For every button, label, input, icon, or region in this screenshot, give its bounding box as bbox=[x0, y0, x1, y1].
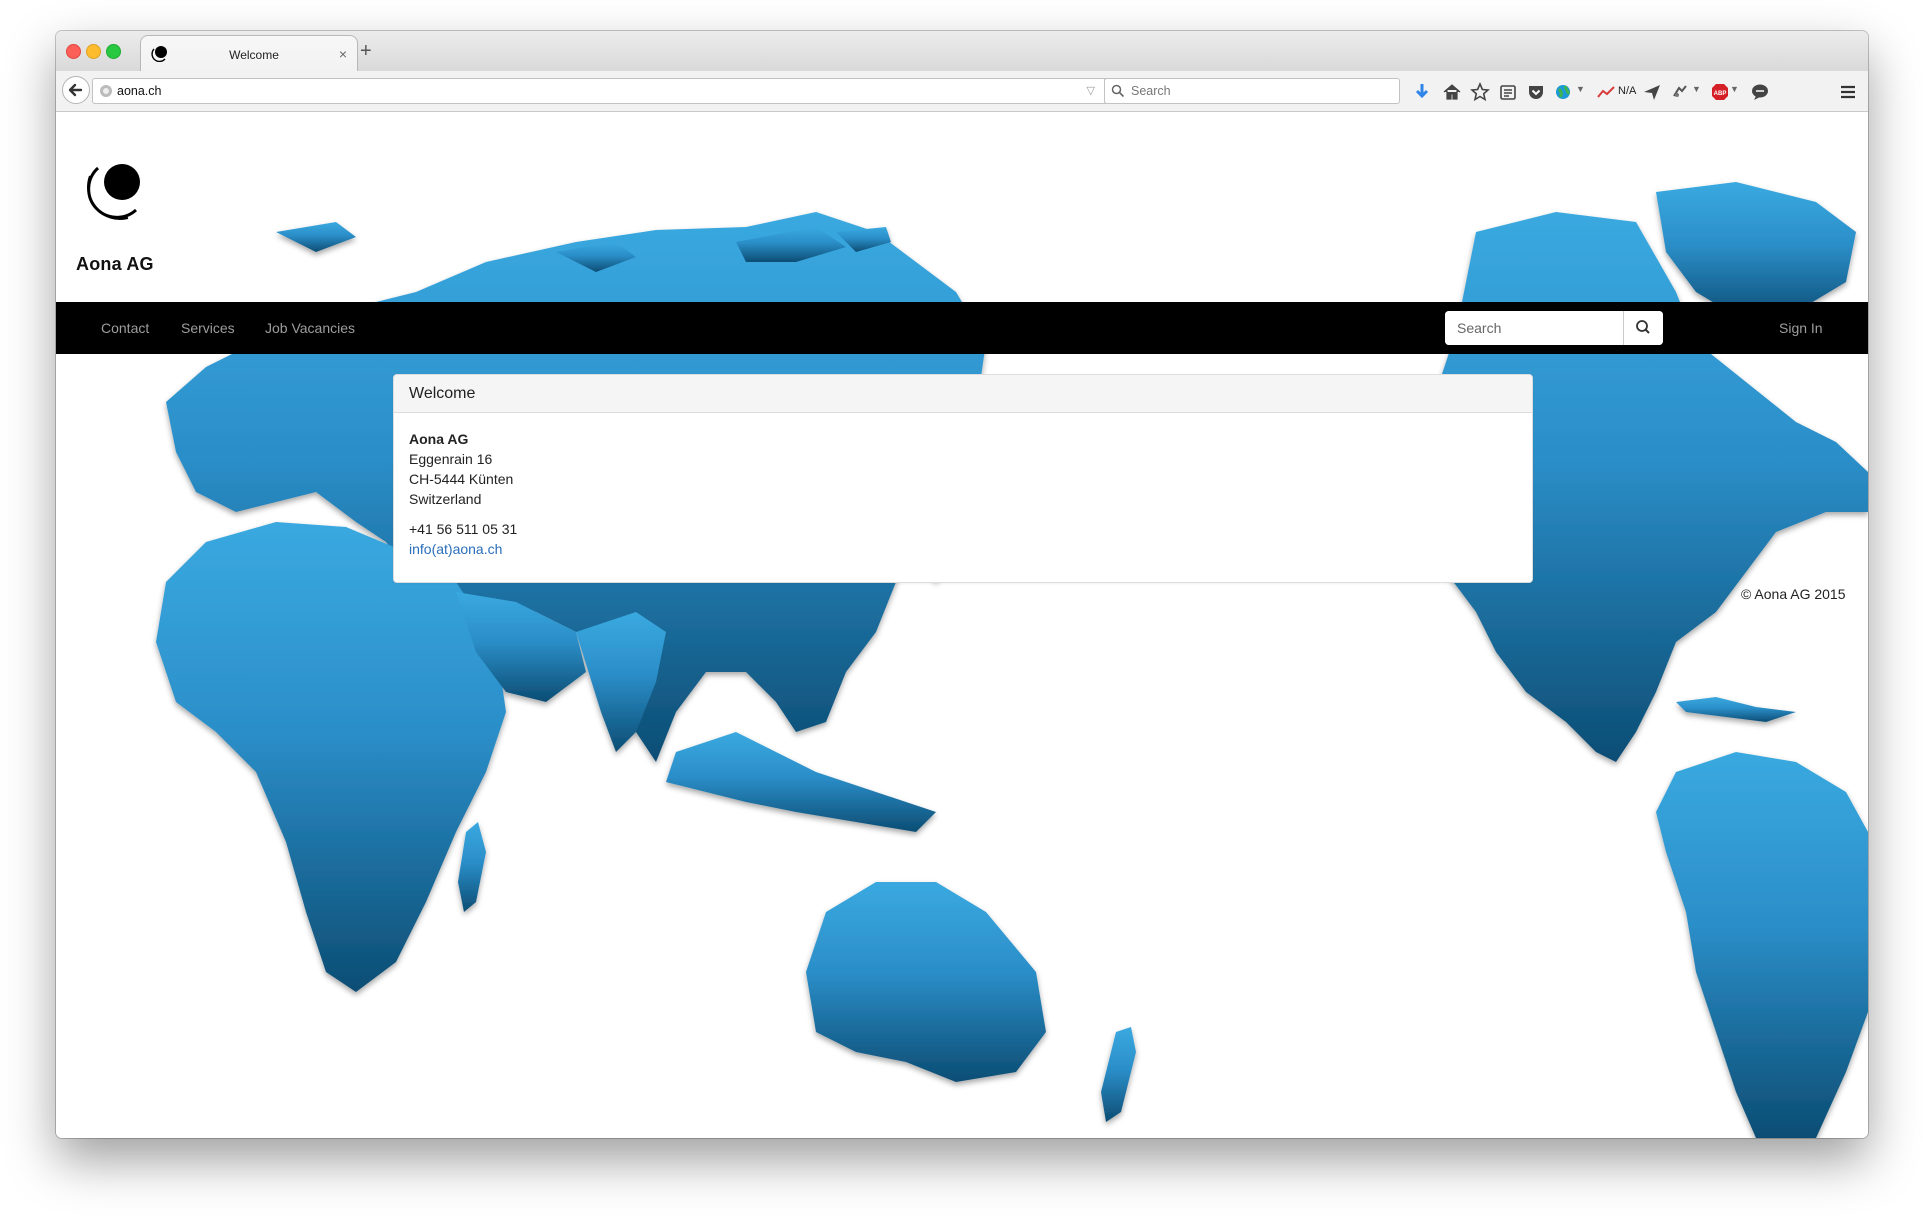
new-zealand bbox=[1101, 1027, 1136, 1122]
hamburger-menu-icon[interactable] bbox=[1838, 82, 1858, 102]
south-america bbox=[1656, 752, 1868, 1138]
arctic-island bbox=[276, 222, 356, 252]
search-icon bbox=[1111, 84, 1125, 98]
tab-close-button[interactable]: × bbox=[339, 45, 347, 63]
panel-heading: Welcome bbox=[394, 375, 1532, 413]
page-content: Aona AG Contact Services Job Vacancies S… bbox=[56, 112, 1868, 1138]
sign-in-link[interactable]: Sign In bbox=[1779, 320, 1823, 336]
bookmark-star-icon[interactable] bbox=[1470, 82, 1490, 102]
caribbean bbox=[1676, 697, 1796, 722]
close-window-button[interactable] bbox=[66, 44, 81, 59]
minimize-window-button[interactable] bbox=[86, 44, 101, 59]
address-city: CH-5444 Künten bbox=[409, 471, 514, 487]
world-map-background bbox=[156, 182, 1868, 1138]
nav-contact[interactable]: Contact bbox=[101, 320, 149, 336]
site-search bbox=[1445, 311, 1663, 345]
puzzle-extension-icon[interactable] bbox=[1670, 82, 1690, 102]
download-icon[interactable] bbox=[1412, 82, 1432, 102]
chart-extension-icon[interactable] bbox=[1596, 82, 1616, 102]
search-placeholder: Search bbox=[1131, 84, 1171, 98]
adblock-plus-icon[interactable]: ABP bbox=[1710, 82, 1730, 102]
toolbar-na-label: N/A bbox=[1618, 85, 1637, 97]
site-search-input[interactable] bbox=[1445, 311, 1623, 345]
southeast-asia bbox=[666, 732, 936, 832]
aona-logo bbox=[87, 164, 140, 220]
extension-globe-icon[interactable] bbox=[1554, 82, 1574, 102]
extension-dropdown-icon[interactable]: ▼ bbox=[1576, 84, 1585, 94]
back-button[interactable] bbox=[62, 76, 90, 104]
new-tab-button[interactable]: + bbox=[360, 39, 372, 63]
greenland bbox=[1656, 182, 1856, 322]
reading-list-icon[interactable] bbox=[1498, 82, 1518, 102]
adblock-dropdown-icon[interactable]: ▼ bbox=[1730, 84, 1739, 94]
svg-text:ABP: ABP bbox=[1714, 91, 1727, 97]
browser-search-bar[interactable]: Search bbox=[1104, 78, 1400, 104]
madagascar bbox=[458, 822, 486, 912]
extension-dropdown-icon[interactable]: ▼ bbox=[1692, 84, 1701, 94]
phone-number: +41 56 511 05 31 bbox=[409, 521, 518, 537]
aona-favicon-icon bbox=[151, 46, 167, 62]
copyright-text: © Aona AG 2015 bbox=[1741, 586, 1846, 602]
chat-icon[interactable] bbox=[1750, 82, 1770, 102]
australia bbox=[806, 882, 1046, 1082]
home-icon[interactable] bbox=[1442, 82, 1462, 102]
nav-job-vacancies[interactable]: Job Vacancies bbox=[265, 320, 355, 336]
site-search-button[interactable] bbox=[1623, 311, 1663, 345]
logo-text: Aona AG bbox=[76, 254, 154, 274]
panel-body: Aona AG Eggenrain 16 CH-5444 Künten Swit… bbox=[394, 413, 1532, 575]
tab-title: Welcome bbox=[229, 48, 279, 62]
send-icon[interactable] bbox=[1642, 82, 1662, 102]
welcome-panel: Welcome Aona AG Eggenrain 16 CH-5444 Kün… bbox=[393, 374, 1533, 583]
address-street: Eggenrain 16 bbox=[409, 451, 493, 467]
search-icon bbox=[1636, 320, 1650, 334]
tab-welcome[interactable]: Welcome × bbox=[140, 35, 358, 72]
globe-icon bbox=[100, 85, 112, 97]
company-name: Aona AG bbox=[409, 431, 469, 447]
nav-toolbar: aona.ch ▽ Search ▼ N/A ▼ ABP ▼ bbox=[56, 71, 1868, 112]
url-bar[interactable]: aona.ch ▽ bbox=[92, 78, 1136, 104]
address-country: Switzerland bbox=[409, 491, 482, 507]
pocket-icon[interactable] bbox=[1526, 82, 1546, 102]
url-dropdown-icon[interactable]: ▽ bbox=[1087, 84, 1095, 97]
email-link[interactable]: info(at)aona.ch bbox=[409, 539, 1517, 559]
back-arrow-icon bbox=[68, 83, 83, 97]
site-navbar: Contact Services Job Vacancies Sign In bbox=[56, 302, 1868, 354]
browser-window: Welcome × + aona.ch ▽ Search ▼ N/A ▼ ABP… bbox=[56, 31, 1868, 1138]
continent-africa bbox=[156, 522, 506, 992]
tab-strip: Welcome × + bbox=[56, 31, 1868, 72]
nav-services[interactable]: Services bbox=[181, 320, 235, 336]
url-text[interactable]: aona.ch bbox=[117, 84, 161, 98]
zoom-window-button[interactable] bbox=[106, 44, 121, 59]
